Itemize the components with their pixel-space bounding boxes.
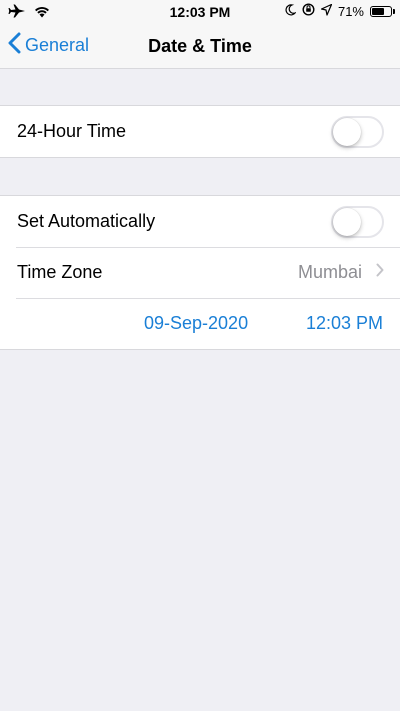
navigation-bar: General Date & Time [0,24,400,69]
date-value[interactable]: 09-Sep-2020 [144,313,248,334]
group-24-hour: 24-Hour Time [0,105,400,158]
moon-icon [285,3,297,19]
battery-percent: 71% [337,3,364,19]
set-automatically-label: Set Automatically [17,211,156,231]
row-time-zone[interactable]: Time Zone Mumbai [0,247,400,298]
time-zone-label: Time Zone [17,262,103,282]
time-zone-value: Mumbai [297,262,362,282]
settings-screen: 12:03 PM 71% General Date & Time 24-Hour… [0,0,400,711]
24-hour-time-label: 24-Hour Time [17,121,127,141]
battery-fill [372,7,385,15]
location-icon [320,3,333,19]
page-title: Date & Time [148,36,252,56]
time-value[interactable]: 12:03 PM [306,313,383,334]
24-hour-time-toggle[interactable] [331,115,384,148]
set-automatically-toggle[interactable] [331,205,384,238]
group-date-time: Set Automatically Time Zone Mumbai 09-Se… [0,195,400,350]
row-set-automatically: Set Automatically [0,196,400,247]
row-24-hour-time: 24-Hour Time [0,106,400,157]
rotation-lock-icon [302,3,315,19]
toggle-knob [333,207,361,236]
battery-icon [370,5,395,17]
status-bar: 12:03 PM 71% [0,0,400,24]
row-date-time: 09-Sep-2020 12:03 PM [0,298,400,349]
toggle-knob [333,117,361,146]
chevron-right-icon [376,263,384,282]
status-right: 71% [285,3,395,19]
